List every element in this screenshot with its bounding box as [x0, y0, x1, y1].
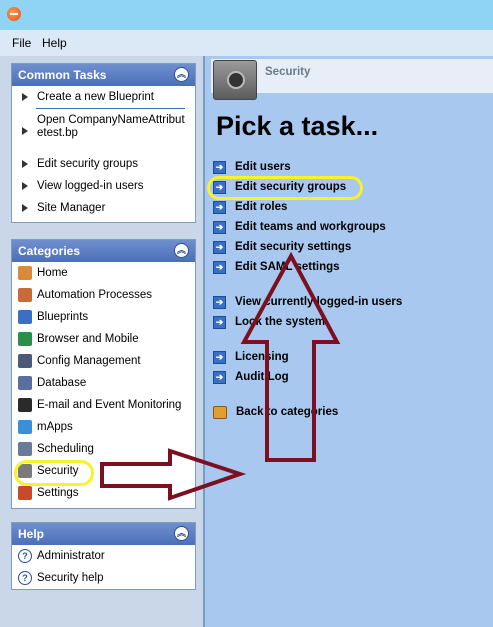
annotation-arrows	[100, 251, 341, 501]
arrow-annotation-right	[100, 448, 247, 501]
arrow-annotation-up	[240, 251, 341, 462]
